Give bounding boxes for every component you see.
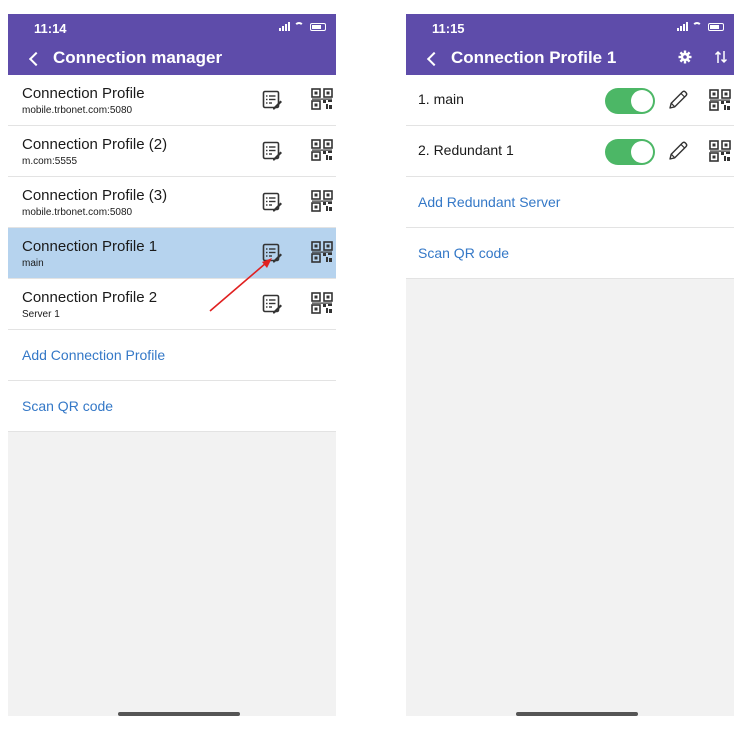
status-time: 11:15 bbox=[432, 21, 465, 36]
wifi-icon bbox=[294, 22, 306, 31]
profile-subtitle: Server 1 bbox=[22, 309, 60, 320]
server-enabled-toggle[interactable] bbox=[605, 139, 655, 165]
profile-name: Connection Profile bbox=[22, 85, 145, 102]
edit-list-icon[interactable] bbox=[262, 141, 282, 161]
sort-icon[interactable] bbox=[714, 50, 728, 64]
profile-name: Connection Profile (3) bbox=[22, 187, 168, 204]
page-title: Connection Profile 1 bbox=[451, 48, 617, 67]
edit-list-icon[interactable] bbox=[262, 294, 282, 314]
qr-code-icon[interactable] bbox=[311, 139, 333, 161]
chevron-left-icon[interactable] bbox=[28, 52, 40, 64]
battery-icon bbox=[310, 22, 326, 31]
profile-row[interactable]: Connection Profile (2) m.com:5555 bbox=[8, 126, 336, 177]
edit-list-icon[interactable] bbox=[262, 243, 282, 263]
profile-row[interactable]: Connection Profile mobile.trbonet.com:50… bbox=[8, 75, 336, 126]
server-name: 1. main bbox=[418, 91, 464, 107]
add-connection-profile-label: Add Connection Profile bbox=[22, 347, 166, 363]
gear-icon[interactable] bbox=[678, 50, 692, 64]
server-name: 2. Redundant 1 bbox=[418, 142, 514, 158]
edit-list-icon[interactable] bbox=[262, 90, 282, 110]
status-icons bbox=[279, 22, 326, 31]
profile-subtitle: m.com:5555 bbox=[22, 156, 78, 167]
server-row[interactable]: 2. Redundant 1 bbox=[406, 126, 734, 177]
profile-row[interactable]: Connection Profile (3) mobile.trbonet.co… bbox=[8, 177, 336, 228]
profile-name: Connection Profile (2) bbox=[22, 136, 168, 153]
add-redundant-server-label: Add Redundant Server bbox=[418, 194, 561, 210]
status-icons bbox=[677, 22, 724, 31]
qr-code-icon[interactable] bbox=[709, 140, 731, 162]
scan-qr-code-button[interactable]: Scan QR code bbox=[8, 381, 336, 432]
profile-row[interactable]: Connection Profile 2 Server 1 bbox=[8, 279, 336, 330]
profile-name: Connection Profile 2 bbox=[22, 289, 158, 306]
chevron-left-icon[interactable] bbox=[426, 52, 438, 64]
edit-list-icon[interactable] bbox=[262, 192, 282, 212]
status-bar: 11:15 bbox=[406, 14, 734, 41]
add-redundant-server-button[interactable]: Add Redundant Server bbox=[406, 177, 734, 228]
signal-icon bbox=[279, 22, 290, 31]
profile-subtitle: mobile.trbonet.com:5080 bbox=[22, 105, 133, 116]
battery-icon bbox=[708, 22, 724, 31]
home-indicator bbox=[118, 712, 240, 716]
profile-row-selected[interactable]: Connection Profile 1 main bbox=[8, 228, 336, 279]
profile-name: Connection Profile 1 bbox=[22, 238, 158, 255]
pencil-icon[interactable] bbox=[667, 140, 689, 162]
scan-qr-code-label: Scan QR code bbox=[22, 398, 114, 414]
qr-code-icon[interactable] bbox=[311, 88, 333, 110]
nav-actions bbox=[678, 50, 728, 64]
connection-manager-screen: 11:14 Connection manager Connection Prof… bbox=[8, 14, 336, 716]
profile-list: Connection Profile mobile.trbonet.com:50… bbox=[8, 75, 336, 432]
qr-code-icon[interactable] bbox=[709, 89, 731, 111]
scan-qr-code-button[interactable]: Scan QR code bbox=[406, 228, 734, 279]
profile-subtitle: mobile.trbonet.com:5080 bbox=[22, 207, 133, 218]
scan-qr-code-label: Scan QR code bbox=[418, 245, 510, 261]
qr-code-icon[interactable] bbox=[311, 241, 333, 263]
status-time: 11:14 bbox=[34, 21, 67, 36]
server-row[interactable]: 1. main bbox=[406, 75, 734, 126]
qr-code-icon[interactable] bbox=[311, 292, 333, 314]
home-indicator bbox=[516, 712, 638, 716]
qr-code-icon[interactable] bbox=[311, 190, 333, 212]
wifi-icon bbox=[692, 22, 704, 31]
pencil-icon[interactable] bbox=[667, 89, 689, 111]
status-bar: 11:14 bbox=[8, 14, 336, 41]
nav-bar: Connection Profile 1 bbox=[406, 41, 734, 75]
server-list: 1. main 2. Redundant 1 Add Redundant Ser… bbox=[406, 75, 734, 279]
nav-bar: Connection manager bbox=[8, 41, 336, 75]
add-connection-profile-button[interactable]: Add Connection Profile bbox=[8, 330, 336, 381]
server-enabled-toggle[interactable] bbox=[605, 88, 655, 114]
connection-profile-screen: 11:15 Connection Profile 1 1. main 2. Re… bbox=[406, 14, 734, 716]
page-title: Connection manager bbox=[53, 48, 223, 67]
profile-subtitle: main bbox=[22, 258, 44, 269]
signal-icon bbox=[677, 22, 688, 31]
